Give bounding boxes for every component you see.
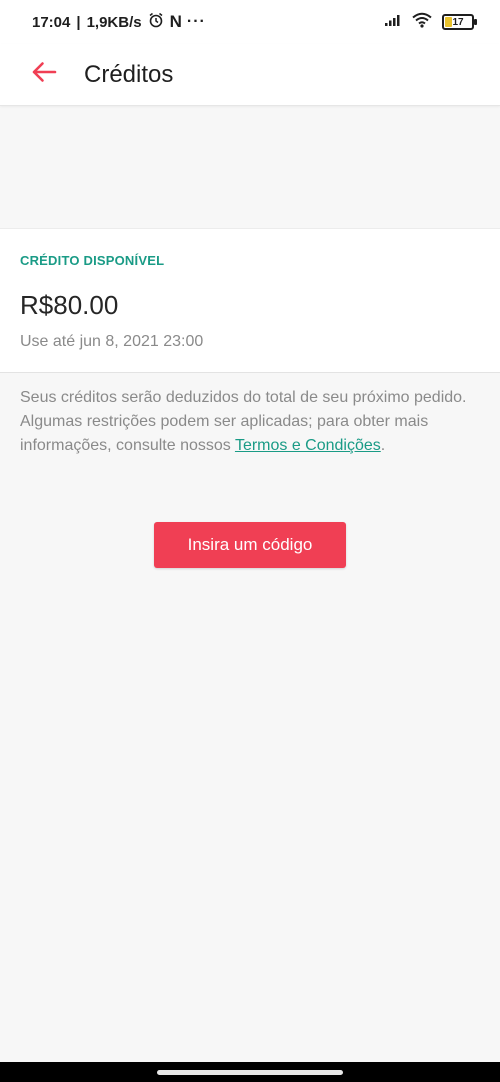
status-left: 17:04 | 1,9KB/s N ···	[32, 12, 206, 32]
credits-info-text: Seus créditos serão deduzidos do total d…	[20, 386, 470, 458]
status-time: 17:04	[32, 13, 71, 31]
netflix-notification-icon: N	[169, 12, 182, 31]
arrow-left-icon	[31, 61, 57, 88]
status-network-speed: 1,9KB/s	[86, 13, 142, 31]
page-title: Créditos	[84, 60, 174, 88]
terms-link[interactable]: Termos e Condições	[235, 437, 381, 454]
battery-icon: 17	[442, 14, 477, 30]
credit-expiry: Use até jun 8, 2021 23:00	[20, 333, 204, 350]
system-nav-bar	[0, 1062, 500, 1082]
available-credit-card: CRÉDITO DISPONÍVEL R$80.00 Use até jun 8…	[0, 228, 500, 373]
more-notifications-icon: ···	[186, 13, 206, 30]
signal-icon	[384, 13, 402, 31]
available-credit-label: CRÉDITO DISPONÍVEL	[20, 253, 165, 268]
back-button[interactable]	[14, 50, 74, 100]
insert-code-button[interactable]: Insira um código	[154, 522, 346, 568]
status-bar: 17:04 | 1,9KB/s N ··· 17	[0, 0, 500, 44]
credit-amount: R$80.00	[20, 290, 119, 320]
battery-level: 17	[452, 16, 464, 28]
home-indicator[interactable]	[157, 1069, 343, 1075]
app-bar: Créditos	[0, 44, 500, 106]
alarm-icon	[148, 12, 164, 32]
status-separator: |	[76, 13, 81, 31]
info-suffix: .	[380, 437, 386, 454]
status-right: 17	[384, 12, 477, 32]
wifi-icon	[412, 12, 432, 32]
